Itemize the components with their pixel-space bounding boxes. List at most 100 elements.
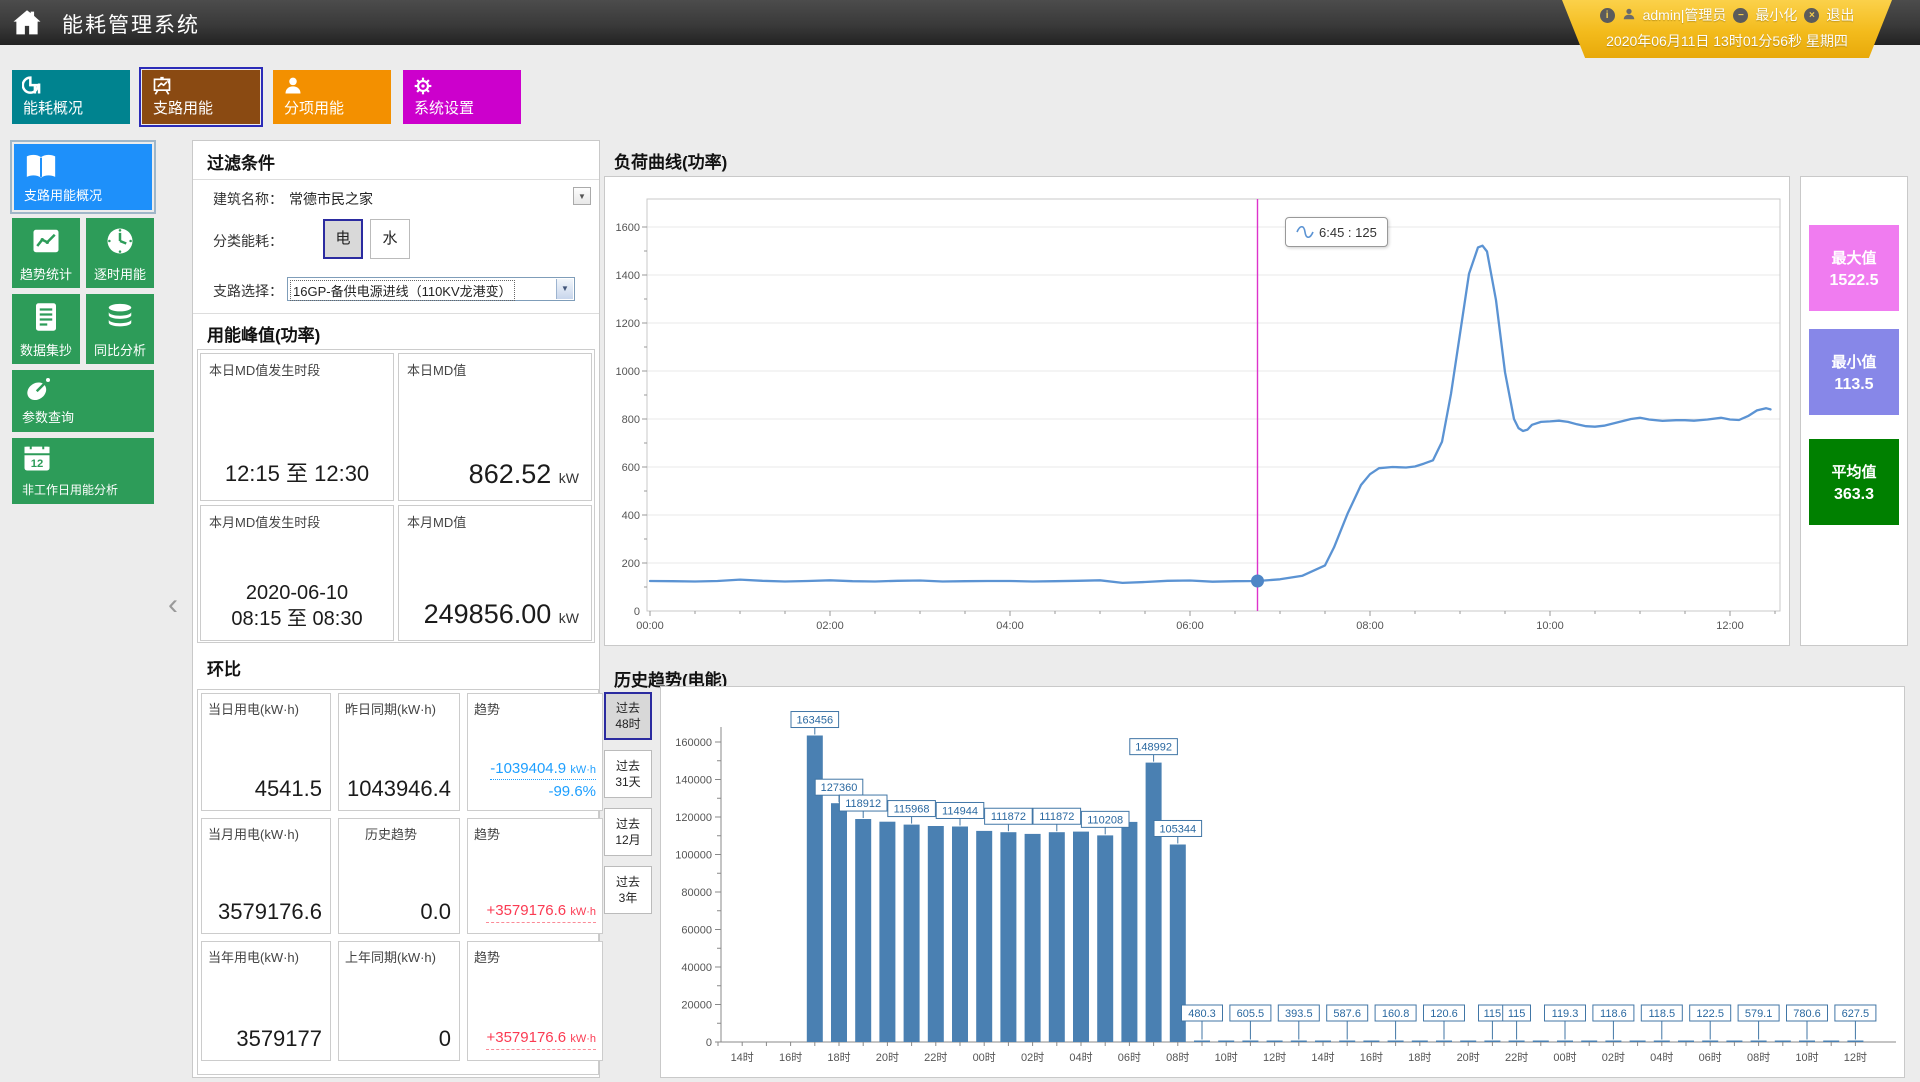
svg-text:118.6: 118.6: [1600, 1008, 1627, 1020]
sidebar-item-parameter-query[interactable]: 参数查询: [12, 370, 154, 432]
user-banner: i admin|管理员 − 最小化 × 退出 2020年06月11日 13时01…: [1562, 0, 1892, 58]
building-label: 建筑名称：: [213, 189, 283, 209]
energy-option-water[interactable]: 水: [370, 219, 410, 259]
user-name[interactable]: admin|管理员: [1643, 5, 1727, 25]
wave-icon: [1296, 226, 1314, 238]
svg-text:118.5: 118.5: [1648, 1008, 1675, 1020]
ring-card-lastyear-usage: 上年同期(kW·h) 0: [338, 941, 460, 1061]
database-icon: [86, 302, 154, 337]
minimize-label[interactable]: 最小化: [1755, 5, 1797, 25]
card-value: 0: [439, 1026, 451, 1052]
tab-category-energy[interactable]: 分项用能: [273, 70, 391, 124]
load-curve-chart[interactable]: 2004006008001000120014001600000:0002:000…: [604, 176, 1790, 646]
sidebar-item-nonworkday-analysis[interactable]: 12 非工作日用能分析: [12, 438, 154, 504]
range-button-31d[interactable]: 过去31天: [604, 750, 652, 798]
svg-text:12: 12: [31, 458, 44, 470]
svg-text:12时: 12时: [1844, 1051, 1867, 1064]
tab-label: 系统设置: [414, 97, 474, 118]
card-value: 3579177: [236, 1026, 322, 1052]
svg-text:22时: 22时: [924, 1051, 947, 1064]
chevron-down-icon: ▼: [556, 279, 573, 299]
branch-select[interactable]: 16GP-备供电源进线（110KV龙港变） ▼: [287, 277, 575, 301]
svg-text:16时: 16时: [1360, 1051, 1383, 1064]
svg-text:780.6: 780.6: [1793, 1008, 1821, 1020]
svg-text:111872: 111872: [991, 811, 1026, 823]
trend-value: -1039404.9 kW·h -99.6%: [490, 760, 596, 800]
stat-max: 最大值1522.5: [1809, 225, 1899, 311]
svg-text:115: 115: [1508, 1008, 1526, 1020]
svg-text:119.3: 119.3: [1552, 1008, 1579, 1020]
building-value[interactable]: 常德市民之家: [289, 189, 373, 209]
ring-card-today-usage: 当日用电(kW·h) 4541.5: [201, 693, 331, 811]
branch-label: 支路选择：: [213, 281, 283, 301]
svg-text:400: 400: [622, 510, 640, 522]
card-value: 12:15 至 12:30: [201, 456, 393, 488]
tab-system-settings[interactable]: 系统设置: [403, 70, 521, 124]
peak-card-today-md: 本日MD值 862.52 kW: [398, 353, 592, 501]
svg-text:140000: 140000: [675, 775, 712, 787]
trend-value: +3579176.6 kW·h: [486, 1029, 596, 1050]
svg-text:06:00: 06:00: [1176, 620, 1204, 632]
logout-icon[interactable]: ×: [1804, 8, 1819, 23]
collapse-panel-chevron[interactable]: ‹: [168, 588, 178, 622]
peak-card-today-period: 本日MD值发生时段 12:15 至 12:30: [200, 353, 394, 501]
sidebar-item-label: 逐时用能: [86, 264, 154, 283]
sidebar-item-data-readings[interactable]: 数据集抄: [12, 294, 80, 364]
tab-branch-energy[interactable]: 支路用能: [142, 70, 260, 124]
tab-energy-overview[interactable]: 能耗概况: [12, 70, 130, 124]
svg-text:160000: 160000: [675, 737, 712, 749]
peak-card-month-md: 本月MD值 249856.00 kW: [398, 505, 592, 641]
sidebar-item-label: 参数查询: [22, 407, 74, 426]
info-icon[interactable]: i: [1600, 8, 1615, 23]
svg-text:393.5: 393.5: [1285, 1008, 1313, 1020]
document-icon: [12, 302, 80, 337]
card-label: 本日MD值: [407, 360, 466, 379]
card-label: 昨日同期(kW·h): [345, 699, 436, 718]
energy-type-label: 分类能耗：: [213, 231, 283, 251]
svg-text:1600: 1600: [616, 222, 640, 234]
svg-text:120.6: 120.6: [1430, 1008, 1458, 1020]
svg-text:605.5: 605.5: [1237, 1008, 1265, 1020]
svg-text:148992: 148992: [1135, 742, 1172, 754]
svg-text:10时: 10时: [1795, 1051, 1818, 1064]
card-value: 2020-06-1008:15 至 08:30: [201, 580, 393, 632]
sidebar-item-yoy-analysis[interactable]: 同比分析: [86, 294, 154, 364]
satellite-dish-icon: [22, 375, 154, 410]
svg-text:1000: 1000: [616, 366, 640, 378]
peak-title: 用能峰值(功率): [207, 321, 320, 346]
svg-text:1200: 1200: [616, 318, 640, 330]
card-label: 趋势: [474, 824, 500, 843]
logout-label[interactable]: 退出: [1826, 5, 1854, 25]
svg-text:111872: 111872: [1039, 811, 1074, 823]
svg-text:06时: 06时: [1699, 1051, 1722, 1064]
card-label: 趋势: [474, 699, 500, 718]
svg-text:14时: 14时: [1311, 1051, 1334, 1064]
svg-text:1400: 1400: [616, 270, 640, 282]
sidebar-item-hourly-energy[interactable]: 逐时用能: [86, 218, 154, 288]
svg-text:110208: 110208: [1087, 814, 1123, 826]
svg-text:20时: 20时: [876, 1051, 899, 1064]
sidebar-item-branch-overview[interactable]: 支路用能概况: [14, 144, 152, 210]
filter-panel: 过滤条件 建筑名称： 常德市民之家 ▼ 分类能耗： 电 水 支路选择： 16GP…: [192, 140, 600, 1078]
range-button-12m[interactable]: 过去12月: [604, 808, 652, 856]
ring-card-month-usage: 当月用电(kW·h) 3579176.6: [201, 818, 331, 934]
home-icon[interactable]: [10, 6, 50, 40]
sidebar-item-label: 同比分析: [86, 340, 154, 359]
range-button-48h[interactable]: 过去48时: [604, 692, 652, 740]
history-trend-chart[interactable]: 2000040000600008000010000012000014000016…: [660, 686, 1905, 1078]
minimize-icon[interactable]: −: [1733, 8, 1748, 23]
top-bar: 能耗管理系统 i admin|管理员 − 最小化 × 退出 2020年06月11…: [0, 0, 1920, 45]
building-dropdown-arrow[interactable]: ▼: [573, 187, 591, 205]
card-value: 249856.00 kW: [424, 599, 579, 630]
range-button-3y[interactable]: 过去3年: [604, 866, 652, 914]
svg-text:14时: 14时: [731, 1051, 754, 1064]
svg-text:579.1: 579.1: [1745, 1008, 1773, 1020]
chart-tooltip: 6:45 : 125: [1285, 217, 1388, 247]
svg-text:18时: 18时: [1408, 1051, 1431, 1064]
svg-text:12:00: 12:00: [1716, 620, 1744, 632]
sidebar-item-trend-stats[interactable]: 趋势统计: [12, 218, 80, 288]
sidebar-item-label: 支路用能概况: [24, 185, 102, 204]
svg-text:0: 0: [706, 1037, 712, 1049]
energy-option-electricity[interactable]: 电: [323, 219, 363, 259]
svg-text:08时: 08时: [1747, 1051, 1770, 1064]
